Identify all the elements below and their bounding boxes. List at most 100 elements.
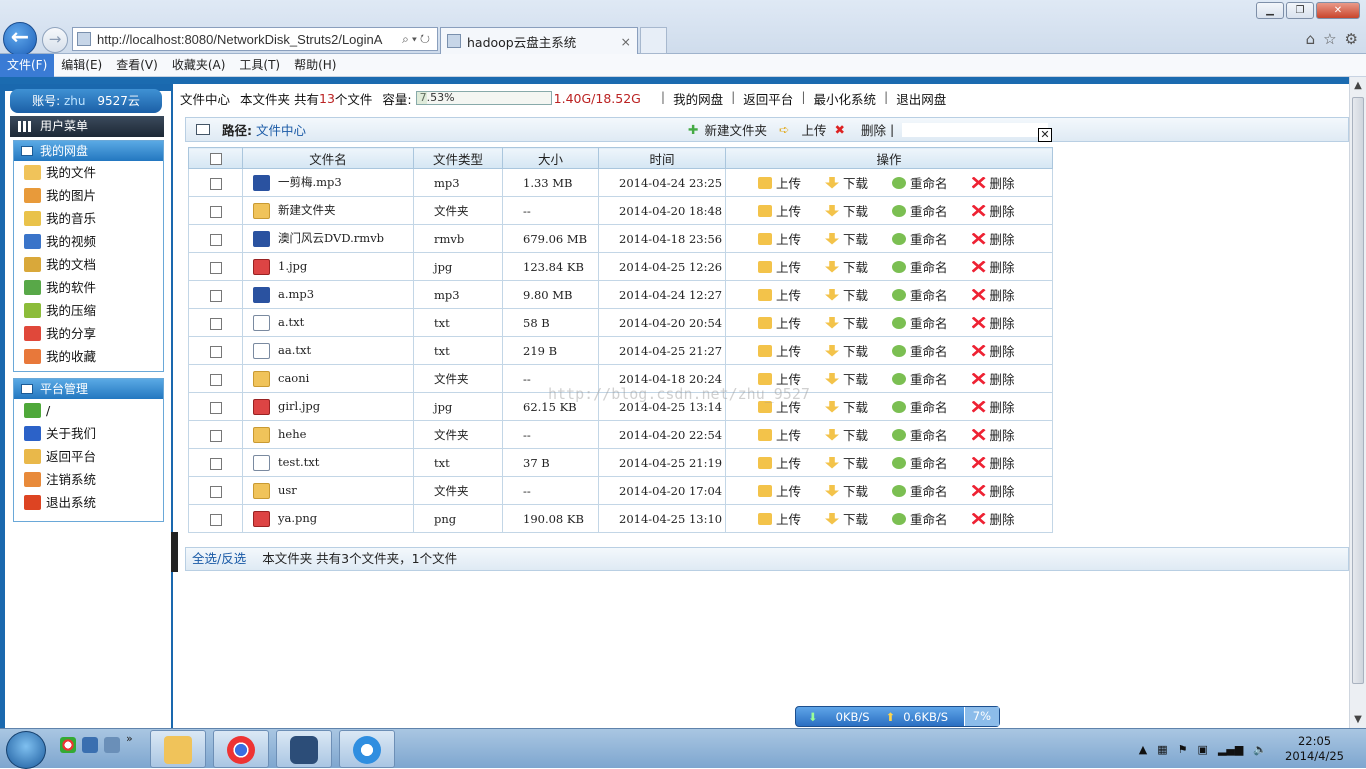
- row-rename-button[interactable]: 重命名: [892, 313, 948, 332]
- row-upload-button[interactable]: 上传: [758, 341, 801, 360]
- file-name[interactable]: 新建文件夹: [278, 203, 336, 217]
- gear-icon[interactable]: ⚙: [1345, 30, 1358, 48]
- row-delete-button[interactable]: 删除: [971, 509, 1015, 528]
- desktop-quick-icon[interactable]: [104, 737, 120, 753]
- file-name-cell[interactable]: 一剪梅.mp3: [242, 168, 414, 197]
- my-disk-header[interactable]: 我的网盘: [14, 141, 163, 161]
- row-upload-button[interactable]: 上传: [758, 257, 801, 276]
- path-value[interactable]: 文件中心: [256, 120, 306, 139]
- row-rename-button[interactable]: 重命名: [892, 453, 948, 472]
- row-upload-button[interactable]: 上传: [758, 285, 801, 304]
- row-rename-button[interactable]: 重命名: [892, 285, 948, 304]
- row-upload-button[interactable]: 上传: [758, 481, 801, 500]
- row-checkbox[interactable]: [209, 429, 222, 442]
- new-folder-button[interactable]: 新建文件夹: [705, 120, 768, 139]
- row-checkbox[interactable]: [209, 289, 222, 302]
- row-upload-button[interactable]: 上传: [758, 201, 801, 220]
- sidebar-item-disk_items-8[interactable]: 我的收藏: [14, 345, 163, 368]
- select-all-header[interactable]: [188, 147, 243, 169]
- info-link-1[interactable]: 返回平台: [743, 89, 793, 108]
- menu-item-3[interactable]: 收藏夹(A): [165, 54, 233, 77]
- row-checkbox[interactable]: [209, 345, 222, 358]
- row-delete-button[interactable]: 删除: [971, 285, 1015, 304]
- file-name[interactable]: hehe: [278, 427, 306, 441]
- sidebar-item-platform_items-1[interactable]: 关于我们: [14, 422, 163, 445]
- minimize-button[interactable]: ▁: [1256, 2, 1284, 19]
- volume-icon[interactable]: 🔈: [1253, 743, 1267, 756]
- row-delete-button[interactable]: 删除: [971, 453, 1015, 472]
- info-link-0[interactable]: 我的网盘: [673, 89, 723, 108]
- menu-item-2[interactable]: 查看(V): [109, 54, 165, 77]
- row-delete-button[interactable]: 删除: [971, 341, 1015, 360]
- sidebar-item-disk_items-7[interactable]: 我的分享: [14, 322, 163, 345]
- row-rename-button[interactable]: 重命名: [892, 341, 948, 360]
- start-button[interactable]: [6, 731, 46, 769]
- row-checkbox[interactable]: [209, 373, 222, 386]
- file-name-cell[interactable]: caoni: [242, 364, 414, 393]
- network-signal-icon[interactable]: ▂▄▆: [1218, 743, 1243, 756]
- row-rename-button[interactable]: 重命名: [892, 257, 948, 276]
- home-icon[interactable]: ⌂: [1306, 30, 1316, 48]
- row-checkbox[interactable]: [209, 317, 222, 330]
- sidebar-item-disk_items-2[interactable]: 我的音乐: [14, 207, 163, 230]
- row-checkbox[interactable]: [209, 485, 222, 498]
- row-download-button[interactable]: 下载: [825, 229, 868, 248]
- row-checkbox[interactable]: [209, 261, 222, 274]
- row-upload-button[interactable]: 上传: [758, 313, 801, 332]
- file-name-cell[interactable]: usr: [242, 476, 414, 505]
- row-rename-button[interactable]: 重命名: [892, 173, 948, 192]
- row-download-button[interactable]: 下载: [825, 201, 868, 220]
- taskbar-explorer[interactable]: [150, 730, 206, 768]
- scroll-down-icon[interactable]: ▼: [1350, 711, 1366, 728]
- file-name[interactable]: usr: [278, 483, 297, 497]
- file-name-cell[interactable]: hehe: [242, 420, 414, 449]
- address-controls-icon[interactable]: ⌕▾↻: [402, 32, 437, 47]
- user-menu-header[interactable]: 用户菜单: [10, 116, 164, 137]
- file-name-cell[interactable]: aa.txt: [242, 336, 414, 365]
- taskbar-chrome[interactable]: [213, 730, 269, 768]
- tab-close-icon[interactable]: ×: [621, 34, 631, 49]
- scroll-up-icon[interactable]: ▲: [1350, 77, 1366, 94]
- address-bar[interactable]: http://localhost:8080/NetworkDisk_Struts…: [72, 27, 438, 51]
- row-download-button[interactable]: 下载: [825, 397, 868, 416]
- platform-header[interactable]: 平台管理: [14, 379, 163, 399]
- file-name[interactable]: aa.txt: [278, 343, 311, 357]
- row-select-cell[interactable]: [188, 280, 243, 309]
- row-download-button[interactable]: 下载: [825, 173, 868, 192]
- row-delete-button[interactable]: 删除: [971, 481, 1015, 500]
- tray-app-icon[interactable]: ▦: [1157, 743, 1167, 756]
- favorites-star-icon[interactable]: ☆: [1323, 30, 1336, 48]
- row-select-cell[interactable]: [188, 476, 243, 505]
- row-select-cell[interactable]: [188, 420, 243, 449]
- device-icon[interactable]: ▣: [1198, 743, 1208, 756]
- file-name[interactable]: caoni: [278, 371, 309, 385]
- row-download-button[interactable]: 下载: [825, 285, 868, 304]
- row-select-cell[interactable]: [188, 336, 243, 365]
- row-delete-button[interactable]: 删除: [971, 229, 1015, 248]
- row-checkbox[interactable]: [209, 457, 222, 470]
- sidebar-item-platform_items-3[interactable]: 注销系统: [14, 468, 163, 491]
- file-name[interactable]: 澳门风云DVD.rmvb: [278, 231, 384, 245]
- info-link-2[interactable]: 最小化系统: [814, 89, 877, 108]
- row-upload-button[interactable]: 上传: [758, 173, 801, 192]
- file-name-cell[interactable]: 1.jpg: [242, 252, 414, 281]
- file-name-cell[interactable]: a.mp3: [242, 280, 414, 309]
- select-all-checkbox[interactable]: [209, 153, 222, 165]
- menu-item-4[interactable]: 工具(T): [232, 54, 287, 77]
- row-select-cell[interactable]: [188, 168, 243, 197]
- file-name[interactable]: a.mp3: [278, 287, 314, 301]
- select-all-link[interactable]: 全选/反选: [192, 551, 246, 566]
- row-select-cell[interactable]: [188, 448, 243, 477]
- tray-expand-icon[interactable]: ▲: [1139, 743, 1147, 756]
- menu-item-1[interactable]: 编辑(E): [54, 54, 109, 77]
- menu-item-0[interactable]: 文件(F): [0, 53, 55, 77]
- row-delete-button[interactable]: 删除: [971, 425, 1015, 444]
- row-delete-button[interactable]: 删除: [971, 313, 1015, 332]
- upload-button[interactable]: 上传: [802, 120, 827, 139]
- vertical-scrollbar[interactable]: ▲ ▼: [1349, 77, 1366, 728]
- row-rename-button[interactable]: 重命名: [892, 229, 948, 248]
- row-checkbox[interactable]: [209, 205, 222, 218]
- row-upload-button[interactable]: 上传: [758, 453, 801, 472]
- row-download-button[interactable]: 下载: [825, 313, 868, 332]
- flag-icon[interactable]: ⚑: [1178, 743, 1188, 756]
